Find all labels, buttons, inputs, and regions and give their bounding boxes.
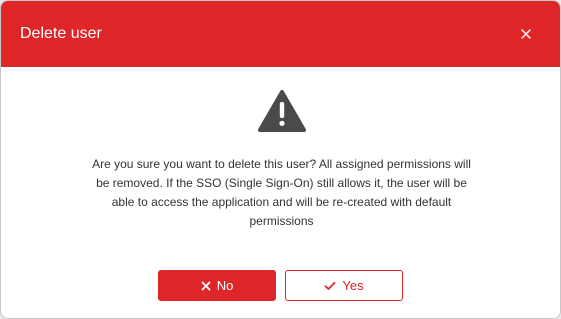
no-button[interactable]: No (158, 270, 276, 301)
yes-button[interactable]: Yes (285, 270, 403, 301)
check-icon (324, 281, 336, 290)
warning-triangle-icon (257, 89, 307, 133)
delete-user-dialog: Delete user Are you sure you want to del… (0, 0, 561, 319)
dialog-title: Delete user (20, 25, 102, 42)
confirmation-message: Are you sure you want to delete this use… (92, 157, 471, 228)
yes-button-label: Yes (342, 278, 364, 293)
x-icon (201, 281, 211, 290)
dialog-header: Delete user (1, 1, 560, 67)
close-icon[interactable] (517, 25, 535, 43)
no-button-label: No (216, 278, 234, 293)
